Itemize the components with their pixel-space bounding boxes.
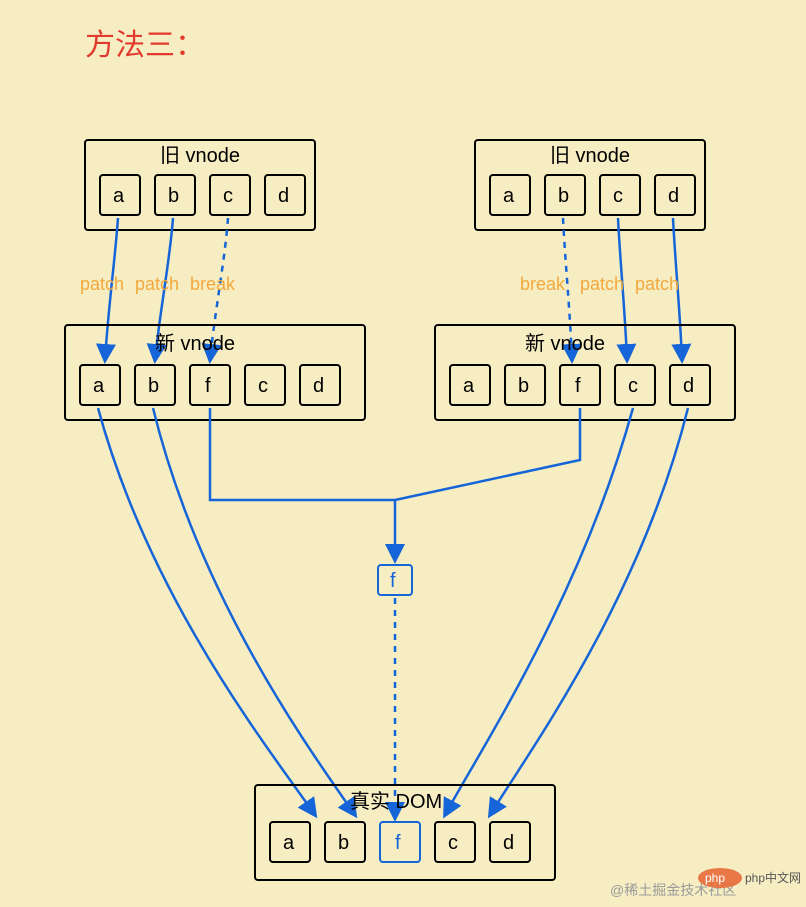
cell: b [558,185,569,207]
real-dom-group: 真实 DOM a b f c d [255,785,555,880]
title-text: 方法三： [85,29,205,62]
left-new-vnode-group: 新 vnode a b f c d [65,325,365,420]
annotation: patch [80,274,124,294]
new-node-label: f [390,570,396,592]
annotation: patch [135,274,179,294]
annotation: break [190,274,236,294]
connector [395,408,580,500]
cell: a [113,185,125,207]
arrow [98,408,315,815]
cell: c [258,375,268,397]
annotation: break [520,274,566,294]
arrow [490,408,688,815]
left-old-cells: a b c d [100,175,305,215]
watermark-logo: php php中文网 [698,868,801,888]
right-new-label: 新 vnode [525,332,605,355]
arrow [153,408,355,815]
cell: c [628,375,638,397]
cell: b [168,185,179,207]
right-old-vnode-group: 旧 vnode a b c d [475,140,705,230]
cell: d [683,375,694,397]
cell: c [613,185,623,207]
connector [210,408,395,500]
left-new-label: 新 vnode [155,332,235,355]
cell: d [503,832,514,854]
cell: c [223,185,233,207]
cell: f [395,832,401,854]
diagram-canvas: 方法三： 旧 vnode a b c d patch patch break 新… [0,0,806,907]
annotation: patch [580,274,624,294]
cell: b [148,375,159,397]
cell: b [518,375,529,397]
cell: f [205,375,211,397]
cell: d [668,185,679,207]
svg-text:php: php [705,871,725,885]
cell: b [338,832,349,854]
cell: c [448,832,458,854]
cell: a [93,375,105,397]
cell: a [283,832,295,854]
left-old-vnode-group: 旧 vnode a b c d [85,140,315,230]
cell: f [575,375,581,397]
real-dom-label: 真实 DOM [350,790,442,813]
right-old-label: 旧 vnode [550,145,630,167]
svg-text:php中文网: php中文网 [745,870,801,885]
cell: a [503,185,515,207]
cell: d [313,375,324,397]
annotation: patch [635,274,679,294]
left-old-label: 旧 vnode [160,145,240,167]
right-new-vnode-group: 新 vnode a b f c d [435,325,735,420]
cell: a [463,375,475,397]
cell: d [278,185,289,207]
